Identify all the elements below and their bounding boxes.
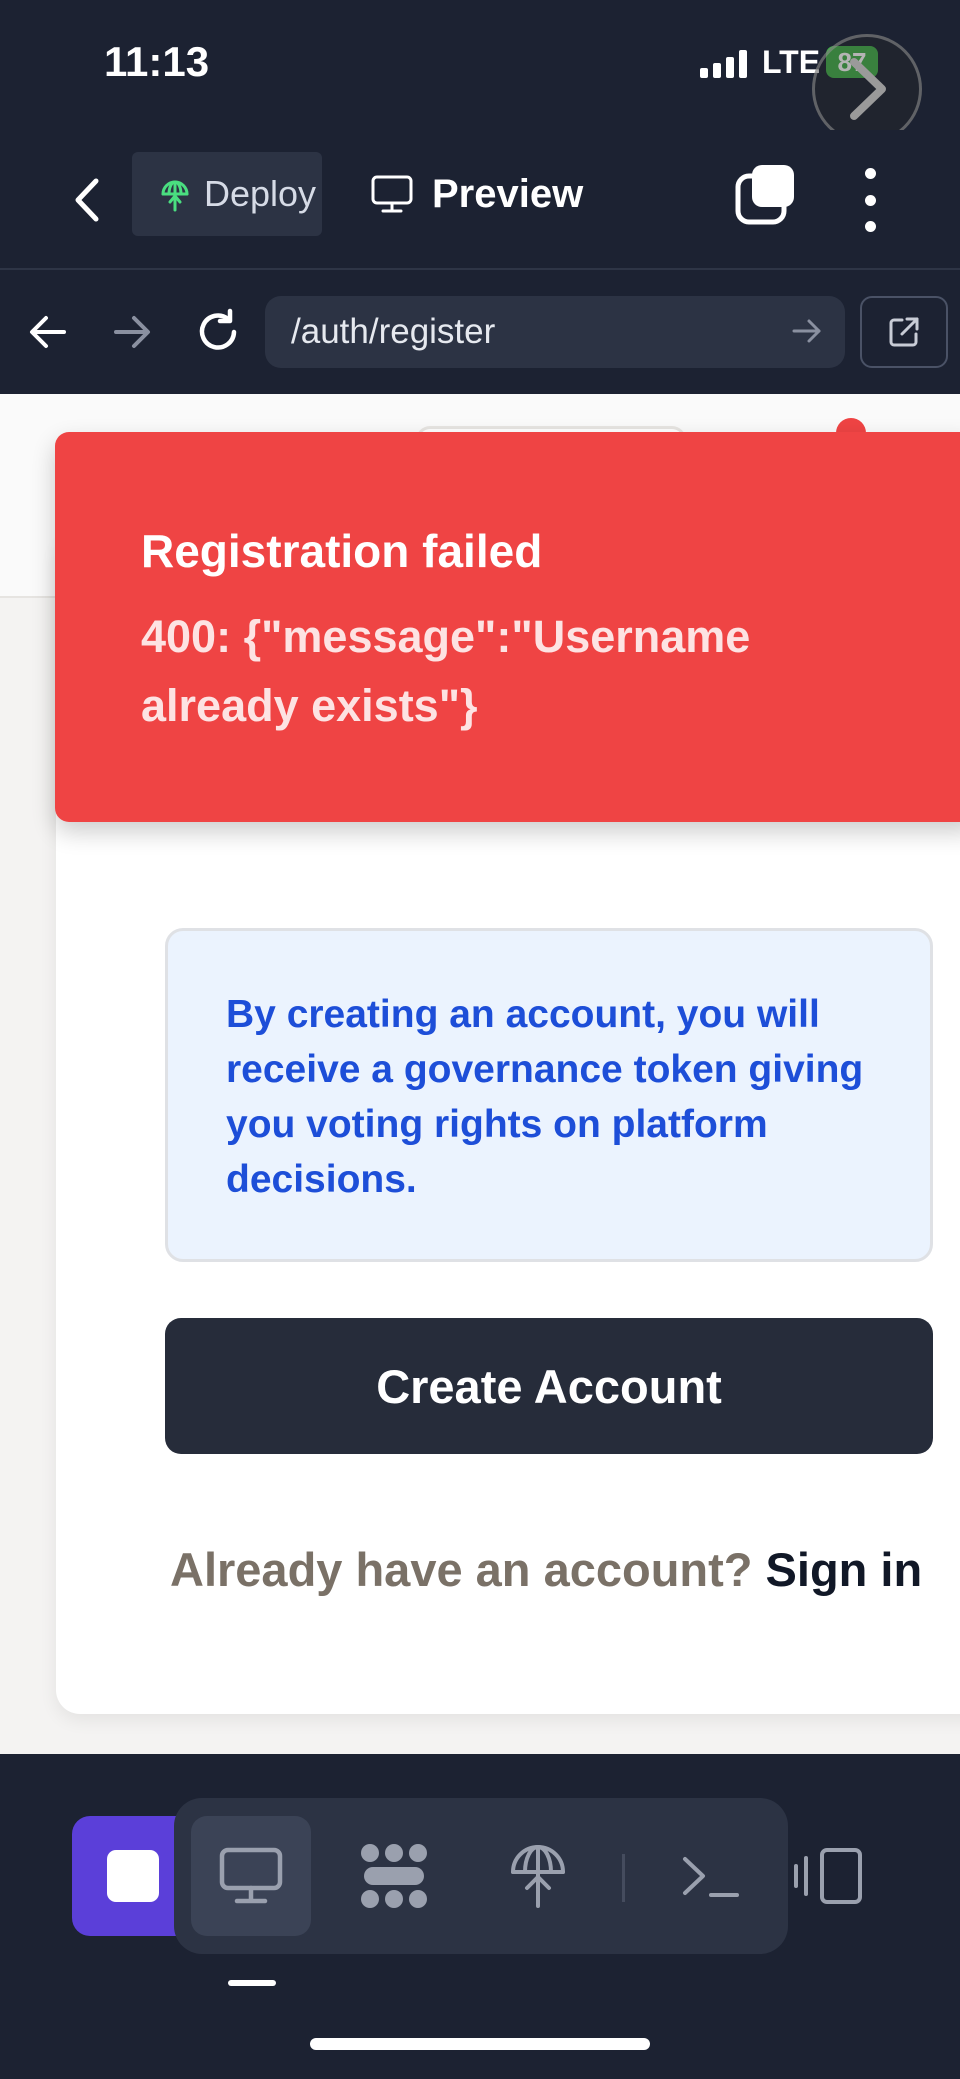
- terminal-icon: [683, 1857, 739, 1897]
- arrow-right-icon: [114, 316, 150, 348]
- open-external-button[interactable]: [860, 296, 948, 368]
- url-text: /auth/register: [291, 312, 496, 351]
- back-chevron-icon: [75, 178, 99, 222]
- deploy-icon: [511, 1845, 565, 1908]
- signin-prompt: Already have an account?: [170, 1543, 753, 1596]
- monitor-icon: [371, 175, 413, 213]
- dock-separator: [622, 1854, 625, 1902]
- windows-button[interactable]: [730, 160, 800, 230]
- external-link-icon: [889, 317, 919, 347]
- browser-back-button[interactable]: [20, 304, 76, 360]
- stop-icon: [107, 1850, 159, 1902]
- network-type: LTE: [762, 44, 821, 80]
- monitor-icon: [219, 1847, 283, 1904]
- governance-info-text: By creating an account, you will receive…: [226, 993, 864, 1201]
- status-time: 11:13: [104, 38, 210, 85]
- dock-devices-button[interactable]: [768, 1816, 888, 1936]
- refresh-icon: [199, 308, 237, 350]
- tab-preview-label: Preview: [432, 171, 584, 216]
- devices-icon: [794, 1848, 862, 1904]
- dock-deploy-button[interactable]: [478, 1816, 598, 1936]
- windows-icon: [735, 165, 794, 225]
- arrow-left-icon: [30, 316, 66, 348]
- refresh-button[interactable]: [190, 304, 246, 360]
- tab-deploy-label: Deploy: [204, 173, 317, 214]
- browser-forward-button[interactable]: [104, 304, 160, 360]
- tab-preview[interactable]: Preview: [370, 152, 583, 236]
- dock-agents-button[interactable]: [334, 1816, 454, 1936]
- go-arrow-icon: [792, 319, 821, 343]
- dock-terminal-button[interactable]: [650, 1816, 770, 1936]
- back-button[interactable]: [62, 170, 112, 230]
- deploy-icon: [161, 180, 189, 212]
- app-toolbar: Deploy Preview: [0, 130, 960, 270]
- signin-prompt-line: Already have an account? Sign in: [170, 1542, 960, 1597]
- error-toast[interactable]: Registration failed 400: {"message":"Use…: [55, 432, 960, 822]
- toast-message: 400: {"message":"Username already exists…: [141, 611, 751, 731]
- dock-preview-button[interactable]: [191, 1816, 311, 1936]
- floating-forward-button[interactable]: [812, 34, 922, 144]
- active-tab-indicator: [228, 1980, 276, 1986]
- browser-bar: /auth/register: [0, 272, 960, 394]
- url-bar[interactable]: /auth/register: [265, 296, 845, 368]
- toast-title: Registration failed: [141, 525, 543, 577]
- tab-deploy[interactable]: Deploy: [132, 152, 322, 236]
- agents-icon: [361, 1844, 427, 1908]
- create-account-button[interactable]: Create Account: [165, 1318, 933, 1454]
- home-indicator: [310, 2038, 650, 2050]
- status-bar: 11:13 LTE 87: [0, 0, 960, 144]
- governance-info-box: By creating an account, you will receive…: [165, 928, 933, 1262]
- more-vertical-icon[interactable]: [850, 168, 890, 232]
- chevron-right-icon: [850, 58, 886, 120]
- bottom-dock: [0, 1754, 960, 2079]
- signal-icon: [700, 50, 747, 78]
- signin-link[interactable]: Sign in: [766, 1543, 923, 1596]
